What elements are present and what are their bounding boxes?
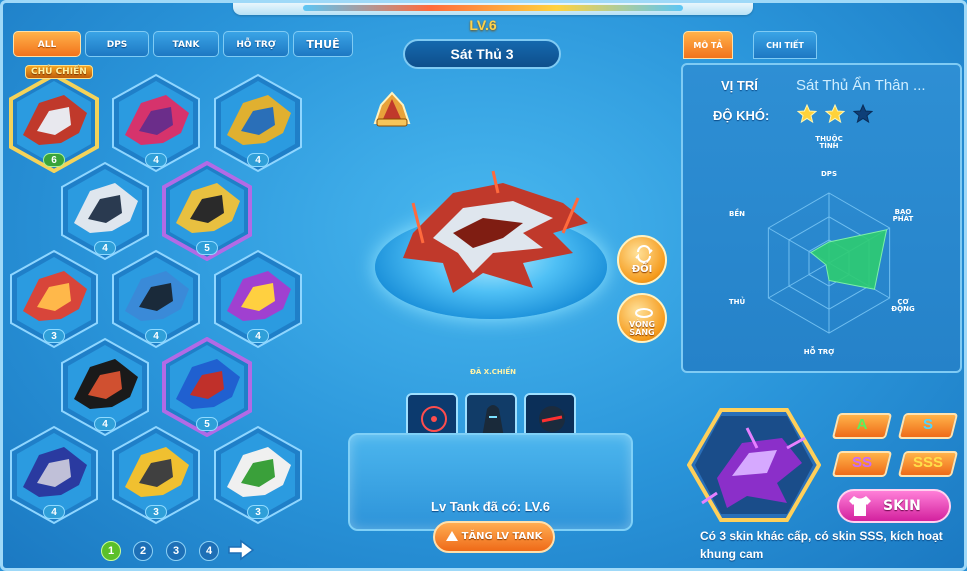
radar-value-area: [809, 229, 888, 290]
attribute-radar-chart: [767, 192, 891, 334]
tank-level-panel: [348, 433, 633, 531]
aura-label: VÒNG SÁNG: [628, 320, 656, 337]
grade-ss-button[interactable]: SS: [831, 451, 893, 477]
swap-label: ĐỔI: [631, 264, 653, 275]
star-filled-icon: [825, 104, 845, 124]
position-label: VỊ TRÍ: [721, 78, 758, 93]
grade-s-button[interactable]: S: [897, 413, 959, 439]
tank-slot[interactable]: 4: [60, 161, 150, 261]
skin-preview-image: [687, 408, 821, 522]
grade-a-label: A: [856, 416, 868, 433]
tank-slot[interactable]: 4: [213, 249, 303, 349]
tank-slot[interactable]: 4: [111, 73, 201, 173]
equipped-label: ĐÃ X.CHIẾN: [469, 368, 517, 376]
page-1-button[interactable]: 1: [101, 541, 121, 561]
tab-tank[interactable]: TANK: [153, 31, 219, 57]
tab-ho-tro[interactable]: HỖ TRỢ: [223, 31, 289, 57]
radar-axis-label: BẠO PHÁT: [892, 208, 914, 223]
assassin-class-icon: [373, 91, 411, 127]
tab-description[interactable]: MÔ TẢ: [683, 31, 733, 59]
top-ornament: [233, 3, 753, 15]
grade-ss-label: SS: [851, 454, 872, 471]
upgrade-tank-level-button[interactable]: TĂNG LV TANK: [433, 521, 555, 553]
tab-details[interactable]: CHI TIẾT: [753, 31, 817, 59]
tank-slot[interactable]: 4: [213, 73, 303, 173]
radar-title: THUỘC TÍNH: [815, 135, 843, 150]
difficulty-label: ĐỘ KHÓ:: [713, 108, 770, 123]
tank-level-badge: 3: [145, 505, 167, 519]
radar-axis-label: DPS: [821, 170, 837, 178]
hero-name: Sát Thủ 3: [403, 39, 561, 69]
tank-level-text: Lv Tank đã có: LV.6: [431, 499, 550, 514]
page-3-button[interactable]: 3: [166, 541, 186, 561]
tank-level-badge: 4: [43, 505, 65, 519]
grade-sss-button[interactable]: SSS: [897, 451, 959, 477]
game-window: ALL DPS TANK HỖ TRỢ THUÊ 6 4 4 4 5 3 4 4…: [0, 0, 967, 571]
tank-slot[interactable]: 4: [60, 337, 150, 437]
radar-axis-label: BỀN: [729, 210, 745, 218]
main-tank-tag: CHỦ CHIẾN: [25, 65, 93, 79]
skin-button-label: SKIN: [883, 498, 921, 514]
tab-dps[interactable]: DPS: [85, 31, 149, 57]
skin-button[interactable]: SKIN: [837, 489, 951, 523]
radar-axis-label: HỖ TRỢ: [803, 348, 835, 356]
aura-button[interactable]: VÒNG SÁNG: [617, 293, 667, 343]
next-page-arrow-icon[interactable]: [227, 538, 255, 562]
tank-slot[interactable]: 3: [9, 249, 99, 349]
radar-axis-label: THỦ: [728, 298, 746, 306]
tank-slot[interactable]: 4: [111, 249, 201, 349]
grade-sss-label: SSS: [912, 454, 943, 471]
position-value: Sát Thủ Ẩn Thân ...: [796, 77, 926, 94]
grade-a-button[interactable]: A: [831, 413, 893, 439]
grade-s-label: S: [922, 416, 933, 433]
tank-slot[interactable]: 3: [111, 425, 201, 525]
ring-icon: [635, 308, 653, 318]
tank-level-badge: 3: [247, 505, 269, 519]
tank-slot[interactable]: 6: [9, 73, 99, 173]
swap-button[interactable]: ĐỔI: [617, 235, 667, 285]
tank-slot[interactable]: 5: [162, 337, 252, 437]
tab-all[interactable]: ALL: [13, 31, 81, 57]
star-filled-icon: [797, 104, 817, 124]
tank-model-image: [403, 170, 588, 293]
tab-thue[interactable]: THUÊ: [293, 31, 353, 57]
page-2-button[interactable]: 2: [133, 541, 153, 561]
radar-axis-label: CƠ ĐỘNG: [891, 298, 915, 313]
tank-slot[interactable]: 4: [9, 425, 99, 525]
star-empty-icon: [853, 104, 873, 124]
upgrade-label: TĂNG LV TANK: [461, 531, 543, 542]
skin-description: Có 3 skin khác cấp, có skin SSS, kích ho…: [700, 529, 943, 561]
hero-level: LV.6: [469, 17, 497, 33]
page-4-button[interactable]: 4: [199, 541, 219, 561]
swap-icon: [635, 245, 653, 263]
tank-slot[interactable]: 5: [162, 161, 252, 261]
shirt-icon: [849, 496, 871, 516]
arrow-up-icon: [445, 531, 458, 541]
tank-slot[interactable]: 3: [213, 425, 303, 525]
